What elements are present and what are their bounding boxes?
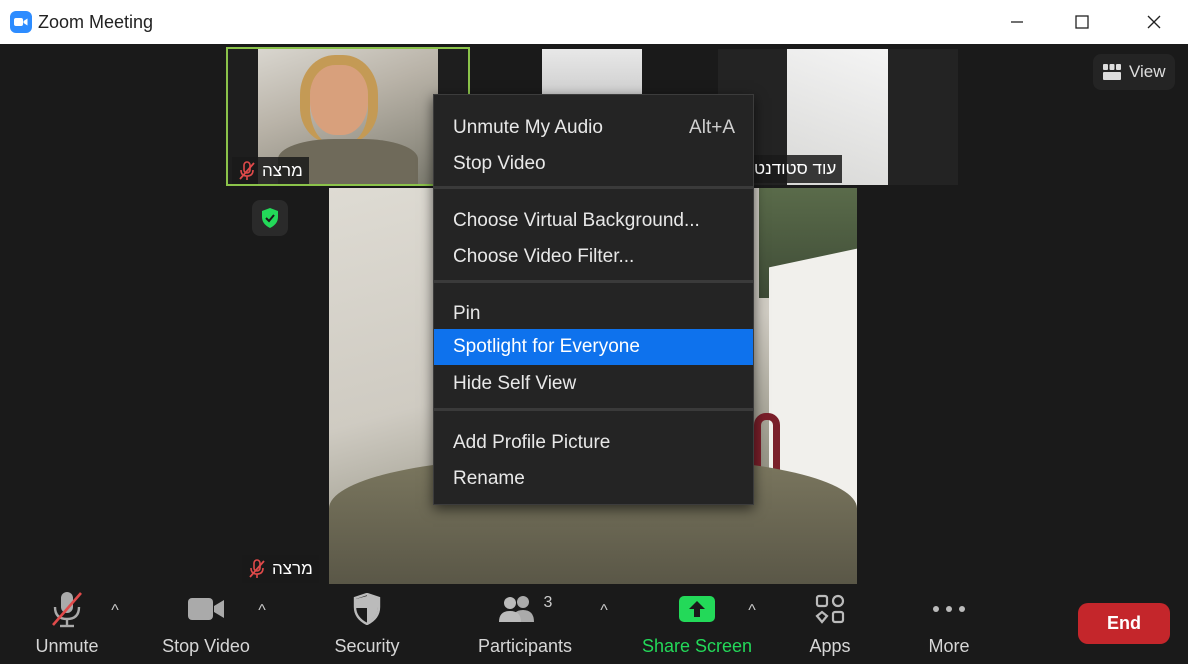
menu-item-spotlight-for-everyone[interactable]: Spotlight for Everyone	[434, 329, 753, 365]
security-label: Security	[334, 636, 400, 656]
unmute-button[interactable]: Unmute	[28, 584, 106, 664]
audio-options-caret-icon[interactable]: ^	[105, 602, 125, 620]
participants-button[interactable]: 3 Participants	[472, 584, 578, 664]
muted-mic-icon	[49, 584, 85, 634]
stop-video-label: Stop Video	[162, 636, 250, 656]
menu-item-pin[interactable]: Pin	[434, 296, 753, 332]
menu-separator	[434, 186, 753, 189]
menu-item-add-profile-picture[interactable]: Add Profile Picture	[434, 425, 753, 461]
security-button[interactable]: Security	[327, 584, 407, 664]
other-thumb-name-tag: עוד סטודנט	[754, 155, 843, 183]
shield-check-icon	[262, 208, 278, 228]
title-bar: Zoom Meeting	[0, 0, 1188, 44]
other-thumb-name: עוד סטודנט	[754, 159, 837, 178]
minimize-button[interactable]	[994, 0, 1040, 44]
share-screen-label: Share Screen	[641, 636, 753, 656]
menu-item-unmute-my-audio[interactable]: Unmute My Audio Alt+A	[434, 110, 753, 146]
menu-item-label: Rename	[453, 468, 525, 489]
video-camera-icon	[187, 584, 225, 634]
maximize-button[interactable]	[1059, 0, 1105, 44]
menu-item-hide-self-view[interactable]: Hide Self View	[434, 366, 753, 402]
main-video-name-tag: מרצה	[242, 555, 319, 583]
share-screen-icon	[678, 584, 716, 634]
unmute-label: Unmute	[35, 636, 99, 656]
participants-options-caret-icon[interactable]: ^	[594, 602, 614, 620]
share-screen-button[interactable]: Share Screen	[640, 584, 754, 664]
apps-label: Apps	[809, 636, 851, 656]
more-dots-icon	[932, 584, 966, 634]
menu-item-label: Choose Virtual Background...	[453, 210, 700, 231]
share-options-caret-icon[interactable]: ^	[742, 602, 762, 620]
meeting-toolbar: Unmute ^ Stop Video ^ Security 3 Partici…	[0, 584, 1188, 664]
menu-separator	[434, 280, 753, 283]
participants-icon: 3	[498, 584, 553, 634]
view-button[interactable]: View	[1093, 54, 1175, 90]
maximize-icon	[1075, 15, 1089, 29]
participant-video-thumbnail[interactable]	[542, 49, 642, 94]
menu-item-shortcut: Alt+A	[689, 117, 735, 138]
zoom-logo-icon	[10, 11, 32, 33]
security-shield-icon	[353, 584, 381, 634]
other-participant-thumbnail[interactable]: עוד סטודנט	[718, 49, 958, 185]
self-thumb-name-tag: מרצה	[232, 157, 309, 184]
menu-item-label: Add Profile Picture	[453, 432, 611, 453]
video-options-caret-icon[interactable]: ^	[252, 602, 272, 620]
menu-item-choose-virtual-background[interactable]: Choose Virtual Background...	[434, 203, 753, 239]
more-button[interactable]: More	[918, 584, 980, 664]
gallery-grid-icon	[1103, 64, 1121, 80]
menu-item-label: Pin	[453, 303, 481, 324]
end-meeting-button[interactable]: End	[1078, 603, 1170, 644]
view-button-label: View	[1129, 62, 1166, 81]
participants-label: Participants	[477, 636, 573, 656]
minimize-icon	[1011, 21, 1023, 23]
encryption-badge[interactable]	[252, 200, 288, 236]
menu-item-label: Choose Video Filter...	[453, 246, 635, 267]
video-context-menu: Unmute My Audio Alt+A Stop Video Choose …	[433, 94, 754, 505]
self-thumb-name: מרצה	[262, 161, 303, 180]
menu-item-stop-video[interactable]: Stop Video	[434, 146, 753, 182]
close-icon	[1147, 15, 1161, 29]
muted-mic-icon	[249, 559, 265, 578]
apps-button[interactable]: Apps	[800, 584, 860, 664]
menu-separator	[434, 408, 753, 411]
window-title: Zoom Meeting	[38, 12, 154, 32]
person-hair-image	[300, 55, 378, 143]
muted-mic-icon	[239, 161, 255, 180]
menu-item-label: Unmute My Audio	[453, 117, 603, 138]
menu-item-choose-video-filter[interactable]: Choose Video Filter...	[434, 239, 753, 275]
apps-icon	[815, 584, 845, 634]
more-label: More	[928, 636, 970, 656]
menu-item-rename[interactable]: Rename	[434, 461, 753, 497]
main-video-name: מרצה	[272, 559, 313, 578]
participants-count: 3	[543, 594, 553, 611]
menu-item-label: Stop Video	[453, 153, 546, 174]
menu-item-label: Hide Self View	[453, 373, 577, 394]
close-button[interactable]	[1131, 0, 1177, 44]
menu-item-label: Spotlight for Everyone	[453, 336, 640, 357]
stop-video-button[interactable]: Stop Video	[156, 584, 256, 664]
